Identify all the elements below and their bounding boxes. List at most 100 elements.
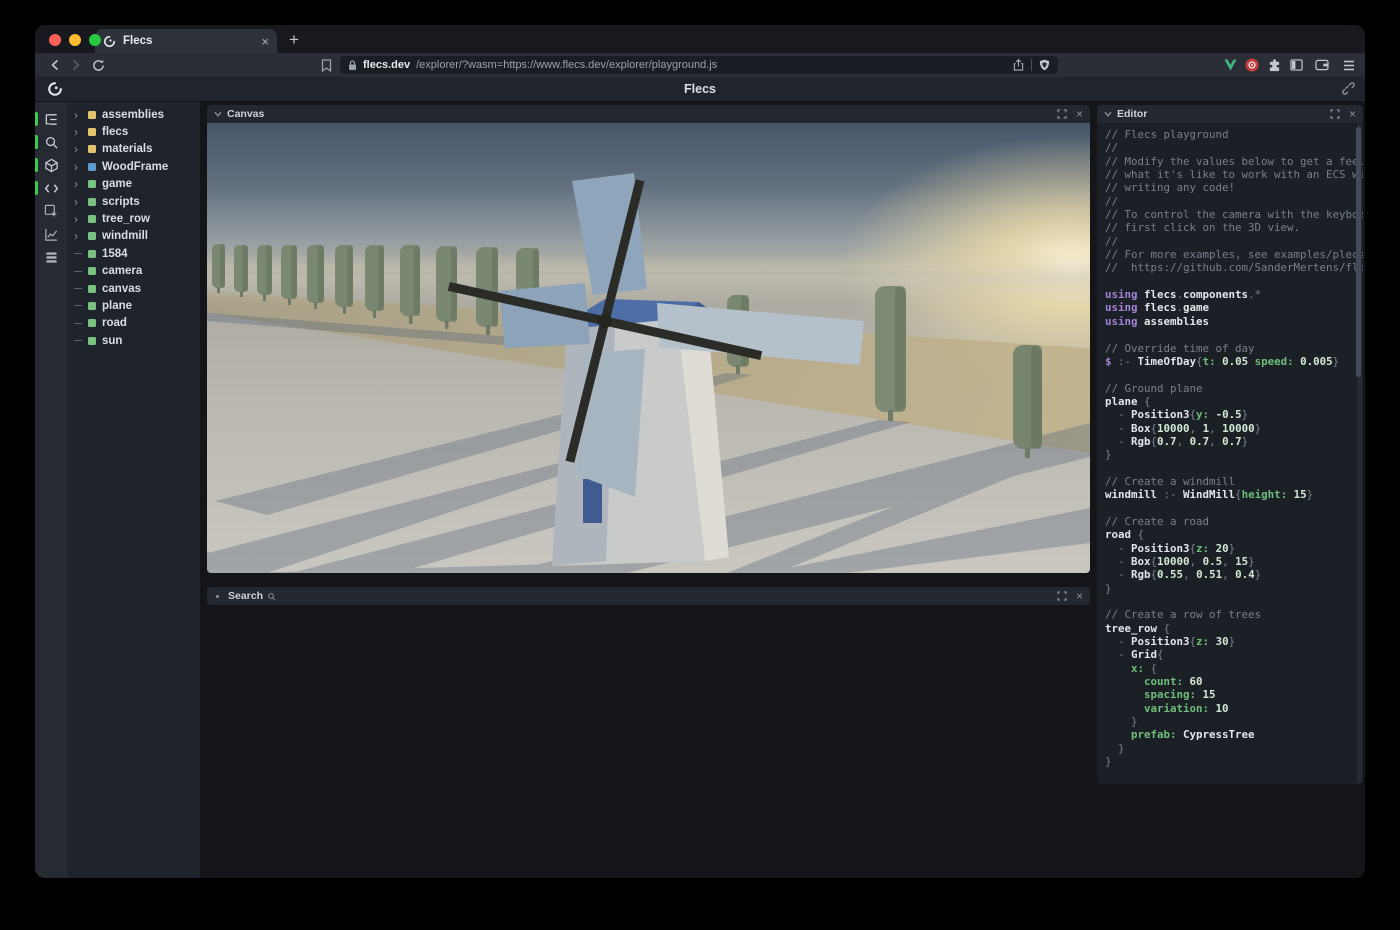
tree-item-sun[interactable]: sun (67, 332, 200, 349)
code-line: using flecs.components.* (1105, 288, 1349, 301)
code-line: x: { (1105, 662, 1349, 675)
editor-panel: Editor × // Flecs playground//// Modify … (1097, 105, 1363, 784)
app-header: Flecs (35, 77, 1365, 102)
code-line (1105, 275, 1349, 288)
extension-badge-icon[interactable] (1243, 56, 1261, 74)
code-line (1105, 595, 1349, 608)
canvas-panel-header[interactable]: Canvas × (207, 105, 1090, 123)
code-line: - Rgb{0.7, 0.7, 0.7} (1105, 435, 1349, 448)
editor-panel-header[interactable]: Editor × (1097, 105, 1363, 123)
entity-color-square (88, 215, 96, 223)
fullscreen-icon[interactable] (1057, 591, 1067, 601)
collapsed-indicator-icon[interactable] (216, 595, 219, 598)
expand-chevron-icon[interactable]: › (74, 143, 86, 155)
search-icon (267, 592, 276, 601)
tab-title: Flecs (123, 35, 254, 47)
tree-item-tree_row[interactable]: ›tree_row (67, 210, 200, 227)
browser-tab[interactable]: Flecs × (95, 29, 277, 53)
tab-close-icon[interactable]: × (261, 35, 269, 48)
nav-inspector-icon[interactable] (35, 200, 67, 223)
code-line: - Position3{z: 20} (1105, 542, 1349, 555)
tree-item-scripts[interactable]: › scripts (67, 193, 200, 210)
nav-entity-tree-icon[interactable] (35, 108, 67, 131)
nav-script-editor-icon[interactable] (35, 177, 67, 200)
fullscreen-icon[interactable] (1330, 109, 1340, 119)
url-host: flecs.dev (363, 59, 410, 71)
tree-item-WoodFrame[interactable]: ›WoodFrame (67, 158, 200, 175)
expand-chevron-icon[interactable]: › (74, 213, 86, 225)
forward-button[interactable] (67, 56, 85, 74)
tree-item-label: scripts (102, 196, 140, 208)
code-line: // https://github.com/SanderMertens/flec… (1105, 261, 1349, 274)
close-window-button[interactable] (49, 34, 61, 46)
leaf-dash-icon (74, 323, 86, 324)
search-panel-header[interactable]: Search × (207, 587, 1090, 605)
zoom-window-button[interactable] (89, 34, 101, 46)
code-line: // (1105, 235, 1349, 248)
entity-color-square (88, 232, 96, 240)
tree-item-label: plane (102, 300, 132, 312)
minimize-window-button[interactable] (69, 34, 81, 46)
3d-viewport[interactable] (207, 123, 1090, 573)
expand-chevron-icon[interactable]: › (74, 230, 86, 242)
share-icon[interactable] (1013, 59, 1024, 71)
expand-chevron-icon[interactable]: › (74, 196, 86, 208)
leaf-dash-icon (74, 340, 86, 341)
fullscreen-icon[interactable] (1057, 109, 1067, 119)
tree-item-materials[interactable]: ›materials (67, 141, 200, 158)
expand-chevron-icon[interactable]: › (74, 161, 86, 173)
editor-scrollbar[interactable] (1357, 124, 1362, 783)
sidebar-toggle-icon[interactable] (1287, 56, 1305, 74)
new-tab-button[interactable]: + (289, 30, 299, 50)
reload-button[interactable] (89, 56, 107, 74)
close-panel-icon[interactable]: × (1076, 108, 1083, 120)
nav-search-icon[interactable] (35, 131, 67, 154)
tree-item-flecs[interactable]: ›flecs (67, 123, 200, 140)
tree-item-label: road (102, 317, 127, 329)
leaf-dash-icon (74, 271, 86, 272)
nav-statistics-icon[interactable] (35, 223, 67, 246)
expand-chevron-icon[interactable]: › (74, 109, 86, 121)
tree-item-road[interactable]: road (67, 315, 200, 332)
entity-tree-list: ›assemblies›flecs›materials›WoodFrame›ga… (67, 106, 200, 349)
nav-queries-icon[interactable] (35, 246, 67, 269)
menu-icon[interactable] (1340, 56, 1358, 74)
tree-item-game[interactable]: ›game (67, 176, 200, 193)
entity-color-square (88, 302, 96, 310)
code-line: prefab: CypressTree (1105, 728, 1349, 741)
expand-chevron-icon[interactable]: › (74, 126, 86, 138)
extensions-puzzle-icon[interactable] (1265, 56, 1283, 74)
code-line: } (1105, 582, 1349, 595)
entity-color-square (88, 128, 96, 136)
brave-shield-icon[interactable] (1039, 59, 1050, 71)
expand-chevron-icon[interactable]: › (74, 178, 86, 190)
tree-item-plane[interactable]: plane (67, 297, 200, 314)
share-link-icon[interactable] (1342, 82, 1355, 95)
lock-icon (348, 60, 357, 71)
close-panel-icon[interactable]: × (1076, 590, 1083, 602)
tree-item-canvas[interactable]: canvas (67, 280, 200, 297)
code-line: - Box{10000, 0.5, 15} (1105, 555, 1349, 568)
wallet-icon[interactable] (1313, 56, 1331, 74)
code-editor[interactable]: // Flecs playground//// Modify the value… (1097, 123, 1363, 777)
address-bar[interactable]: flecs.dev /explorer/?wasm=https://www.fl… (340, 56, 1058, 74)
tree-item-assemblies[interactable]: ›assemblies (67, 106, 200, 123)
tree-item-windmill[interactable]: ›windmill (67, 228, 200, 245)
code-line: // (1105, 195, 1349, 208)
editor-panel-title: Editor (1117, 108, 1325, 120)
bookmark-icon[interactable] (317, 56, 335, 74)
close-panel-icon[interactable]: × (1349, 108, 1356, 120)
tree-item-camera[interactable]: camera (67, 263, 200, 280)
entity-color-square (88, 319, 96, 327)
code-line: tree_row { (1105, 622, 1349, 635)
code-line: plane { (1105, 395, 1349, 408)
collapse-chevron-icon[interactable] (1104, 111, 1112, 117)
entity-color-square (88, 163, 96, 171)
collapse-chevron-icon[interactable] (214, 111, 222, 117)
vue-devtools-icon[interactable] (1221, 56, 1239, 74)
code-line: // (1105, 141, 1349, 154)
nav-3d-canvas-icon[interactable] (35, 154, 67, 177)
tree-item-1584[interactable]: 1584 (67, 245, 200, 262)
back-button[interactable] (46, 56, 64, 74)
browser-window: Flecs × + flecs.dev /explorer/?wasm=http… (35, 25, 1365, 878)
